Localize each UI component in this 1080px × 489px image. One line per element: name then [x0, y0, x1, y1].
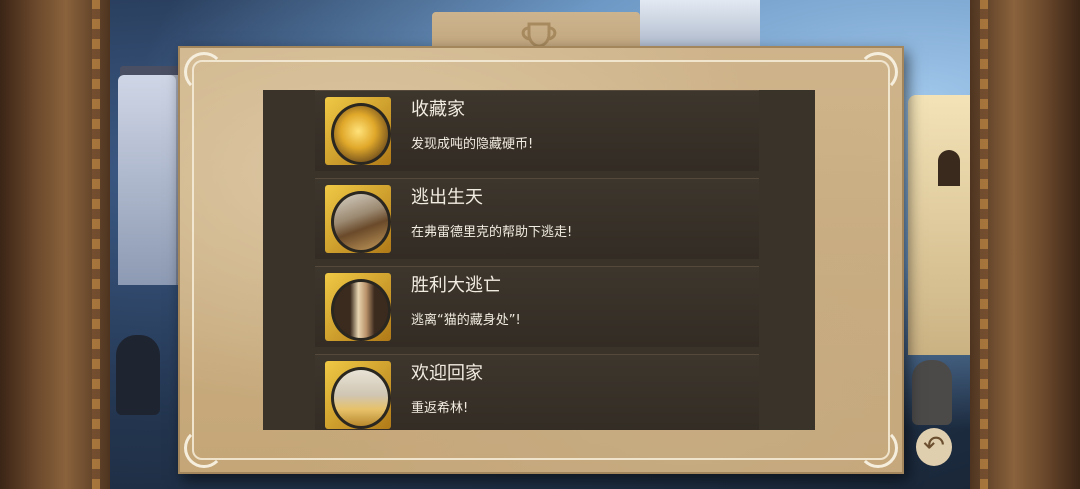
achievement-description: 在弗雷德里克的帮助下逃走!	[411, 225, 573, 240]
achievement-item: 胜利大逃亡 逃离“猫的藏身处”!	[315, 266, 759, 347]
achievement-title: 欢迎回家	[411, 363, 483, 384]
wooden-frame-right	[970, 0, 1080, 489]
corner-ornament	[858, 52, 898, 92]
achievement-list[interactable]: 收藏家 发现成吨的隐藏硬币! 逃出生天 在弗雷德里克的帮助下逃走! 胜利大逃亡 …	[263, 90, 815, 430]
pillar-icon	[331, 367, 391, 429]
background-tower-top	[640, 0, 760, 52]
corner-ornament	[184, 428, 224, 468]
achievement-item: 逃出生天 在弗雷德里克的帮助下逃走!	[315, 178, 759, 259]
background-building-right	[908, 95, 970, 355]
achievement-item: 收藏家 发现成吨的隐藏硬币!	[315, 90, 759, 171]
achievement-item: 欢迎回家 重返希林!	[315, 354, 759, 430]
achievement-description: 发现成吨的隐藏硬币!	[411, 137, 534, 152]
achievement-badge	[325, 273, 391, 341]
guard-character	[912, 360, 952, 425]
achievement-badge	[325, 361, 391, 429]
achievement-badge	[325, 185, 391, 253]
achievement-title: 逃出生天	[411, 187, 483, 208]
achievement-badge	[325, 97, 391, 165]
achievement-title: 胜利大逃亡	[411, 275, 501, 296]
back-arrow-icon[interactable]: ↶	[916, 428, 952, 466]
rope-ladder-icon	[331, 191, 391, 253]
cat-character	[116, 335, 160, 415]
achievement-description: 重返希林!	[411, 401, 469, 416]
ladder-icon	[331, 279, 391, 341]
achievement-description: 逃离“猫的藏身处”!	[411, 313, 521, 328]
corner-ornament	[184, 52, 224, 92]
background-window	[938, 150, 960, 186]
coins-icon	[331, 103, 391, 165]
background-tower-left	[118, 75, 186, 285]
corner-ornament	[858, 428, 898, 468]
achievement-title: 收藏家	[411, 99, 465, 120]
wooden-frame-left	[0, 0, 110, 489]
